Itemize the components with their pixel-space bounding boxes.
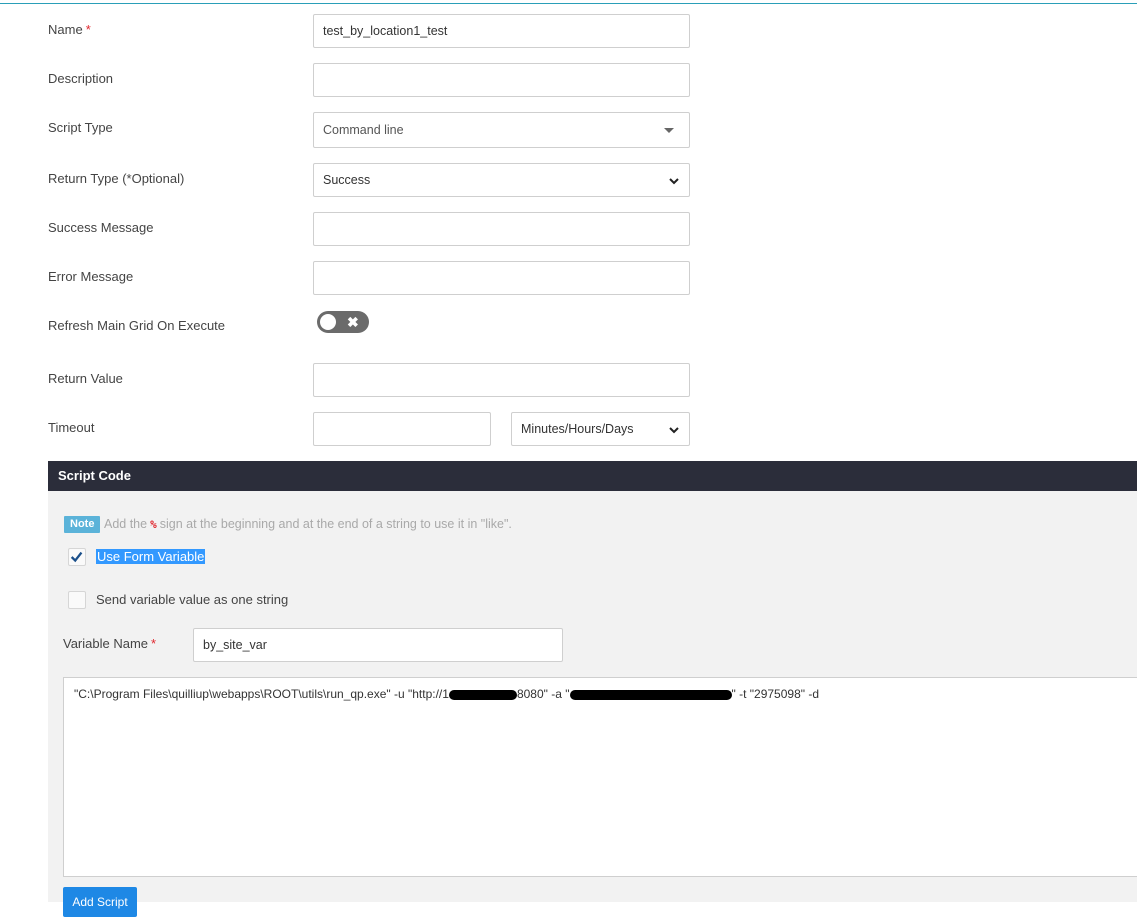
send-as-one-string-label: Send variable value as one string	[96, 592, 289, 607]
return-value-input[interactable]	[313, 363, 690, 397]
return-type-select[interactable]: Success	[313, 163, 690, 197]
add-script-button[interactable]: Add Script	[63, 887, 137, 917]
success-message-label: Success Message	[48, 220, 154, 235]
refresh-main-grid-toggle[interactable]: ✖	[317, 311, 369, 333]
name-input[interactable]: test_by_location1_test	[313, 14, 690, 48]
error-message-input[interactable]	[313, 261, 690, 295]
chevron-down-icon	[669, 178, 679, 185]
redaction-mark	[448, 689, 517, 700]
timeout-label: Timeout	[48, 420, 95, 435]
return-value-label: Return Value	[48, 371, 123, 386]
timeout-unit-value: Minutes/Hours/Days	[521, 422, 634, 436]
note-text: Add the% sign at the beginning and at the…	[104, 517, 512, 531]
variable-name-input[interactable]: by_site_var	[193, 628, 563, 662]
script-code-header: Script Code	[48, 461, 1137, 491]
variable-name-label: Variable Name *	[63, 636, 157, 651]
close-icon: ✖	[347, 314, 359, 330]
return-type-value: Success	[323, 173, 371, 187]
use-form-variable-checkbox[interactable]	[68, 548, 86, 566]
use-form-variable-label: Use Form Variable	[96, 549, 206, 564]
percent-symbol: %	[150, 518, 157, 531]
description-input[interactable]	[313, 63, 690, 97]
timeout-unit-select[interactable]: Minutes/Hours/Days	[511, 412, 690, 446]
timeout-input[interactable]	[313, 412, 491, 446]
note-badge: Note	[64, 516, 101, 533]
return-type-label: Return Type (*Optional)	[48, 171, 185, 186]
description-label: Description	[48, 71, 114, 86]
success-message-input[interactable]	[313, 212, 690, 246]
checkmark-icon	[70, 551, 83, 563]
toggle-knob	[320, 314, 336, 330]
required-asterisk: *	[151, 636, 157, 651]
caret-down-icon	[664, 128, 674, 133]
redaction-mark	[569, 689, 732, 700]
send-as-one-string-checkbox[interactable]	[68, 591, 86, 609]
top-accent-line	[0, 3, 1137, 4]
required-asterisk: *	[85, 22, 91, 37]
script-type-dropdown[interactable]: Command line	[313, 112, 690, 148]
error-message-label: Error Message	[48, 269, 134, 284]
script-type-value: Command line	[323, 123, 404, 137]
script-type-label: Script Type	[48, 120, 113, 135]
refresh-main-grid-label: Refresh Main Grid On Execute	[48, 318, 226, 333]
chevron-down-icon	[669, 427, 679, 434]
name-label: Name *	[48, 22, 91, 37]
script-code-editor[interactable]: "C:\Program Files\quilliup\webapps\ROOT\…	[63, 677, 1137, 877]
